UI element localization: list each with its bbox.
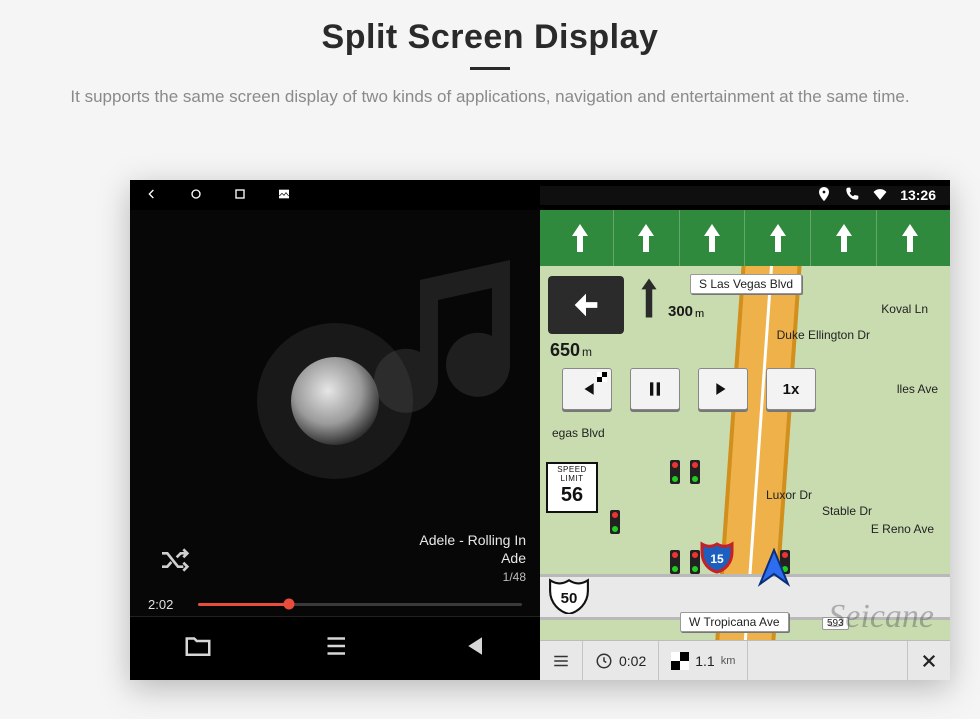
map-next-button[interactable]	[698, 368, 748, 410]
interstate-shield: 15	[700, 540, 734, 574]
joystick-control[interactable]	[291, 357, 379, 445]
close-icon	[920, 652, 938, 670]
checkered-flag-icon	[597, 372, 607, 382]
clock-text: 13:26	[900, 187, 936, 203]
track-title: Adele - Rolling In	[419, 532, 526, 548]
lane-arrow-icon	[877, 210, 942, 266]
lane-arrow-icon	[548, 210, 614, 266]
folder-button[interactable]	[183, 631, 213, 666]
page-subtitle: It supports the same screen display of t…	[30, 84, 950, 110]
lane-arrow-icon	[745, 210, 811, 266]
nav-close-button[interactable]	[907, 641, 950, 680]
route-shield: 50	[548, 576, 590, 614]
turn-instruction	[548, 276, 624, 334]
exit-number: 593	[822, 617, 849, 630]
status-bar: 13:26	[130, 180, 950, 210]
poi-iles: lles Ave	[889, 380, 946, 398]
poi-stable: Stable Dr	[814, 502, 880, 520]
next-turn-distance: 300m	[636, 276, 704, 320]
track-artist: Ade	[419, 550, 526, 566]
map-prev-button[interactable]	[562, 368, 612, 410]
clock-icon	[595, 652, 613, 670]
music-pane: Adele - Rolling In Ade 1/48 2:02	[130, 210, 540, 680]
seek-bar[interactable]	[198, 603, 522, 606]
phone-icon	[844, 186, 860, 205]
poi-luxor: Luxor Dr	[758, 486, 820, 504]
recent-apps-icon[interactable]	[232, 186, 248, 205]
title-underline	[470, 67, 510, 70]
picture-icon[interactable]	[276, 186, 292, 205]
back-icon[interactable]	[144, 186, 160, 205]
poi-vegas: egas Blvd	[544, 424, 613, 442]
page-title: Split Screen Display	[0, 18, 980, 57]
street-label-top: S Las Vegas Blvd	[690, 274, 802, 294]
track-index: 1/48	[419, 570, 526, 584]
street-label-bottom: W Tropicana Ave	[680, 612, 789, 632]
previous-button[interactable]	[457, 631, 487, 666]
device-screen: 13:26 Adele - Rolling In Ade 1/48 2:02	[130, 180, 950, 680]
lane-arrow-icon	[811, 210, 877, 266]
position-arrow-icon	[754, 548, 794, 588]
nav-distance: 1.1km	[659, 641, 748, 680]
shuffle-button[interactable]	[158, 544, 190, 576]
poi-duke-ellington: Duke Ellington Dr	[769, 326, 878, 344]
main-turn-distance: 650m	[550, 340, 592, 361]
checkered-flag-icon	[671, 652, 689, 670]
lane-guidance	[540, 210, 950, 266]
elapsed-time: 2:02	[148, 597, 184, 612]
track-info: Adele - Rolling In Ade 1/48	[419, 532, 526, 584]
playlist-button[interactable]	[320, 631, 350, 666]
speed-limit-sign: SPEED LIMIT 56	[546, 462, 598, 513]
wifi-icon	[872, 186, 888, 205]
nav-menu-button[interactable]	[540, 641, 583, 680]
navigation-pane: S Las Vegas Blvd Duke Ellington Dr Koval…	[540, 210, 950, 680]
lane-arrow-icon	[680, 210, 746, 266]
poi-koval: Koval Ln	[873, 300, 936, 318]
nav-eta: 0:02	[583, 641, 659, 680]
home-icon[interactable]	[188, 186, 204, 205]
lane-arrow-icon	[614, 210, 680, 266]
poi-reno: E Reno Ave	[863, 520, 942, 538]
location-icon	[816, 186, 832, 205]
map-speed-button[interactable]: 1x	[766, 368, 816, 410]
map-pause-button[interactable]	[630, 368, 680, 410]
nav-bottom-bar: 0:02 1.1km	[540, 640, 950, 680]
